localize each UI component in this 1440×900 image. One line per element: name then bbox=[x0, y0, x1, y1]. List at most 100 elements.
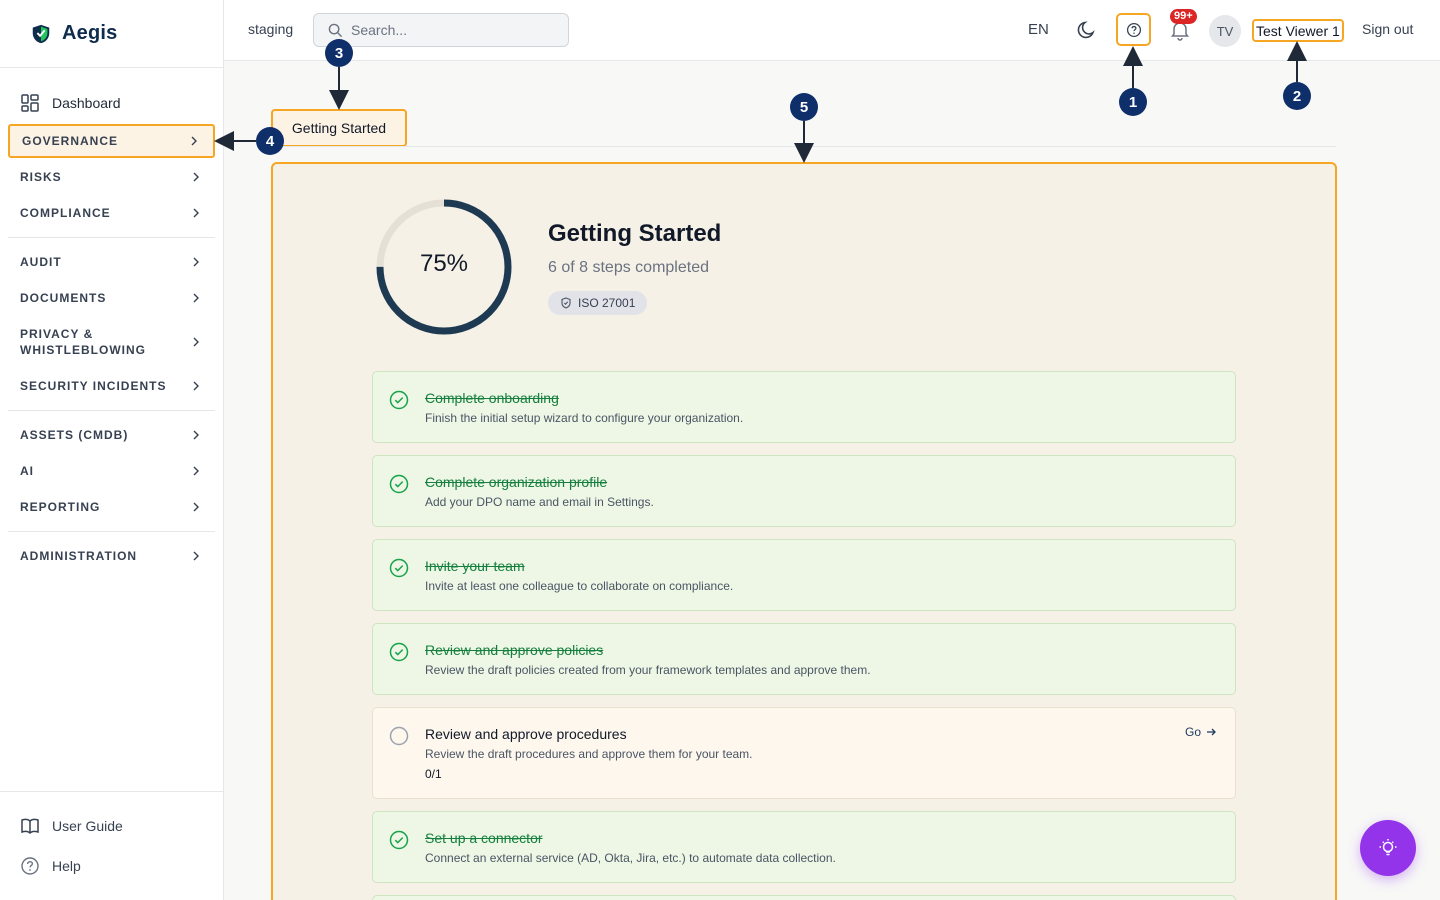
step-description: Connect an external service (AD, Okta, J… bbox=[425, 851, 836, 865]
sidebar-item-risks[interactable]: RISKS bbox=[8, 160, 215, 194]
language-switcher[interactable]: EN bbox=[1028, 21, 1049, 38]
step-title: Review and approve procedures bbox=[425, 726, 627, 742]
sidebar-item-label: PRIVACY & WHISTLEBLOWING bbox=[20, 327, 146, 357]
sidebar-item-label: COMPLIANCE bbox=[20, 206, 111, 220]
step-description: Invite at least one colleague to collabo… bbox=[425, 579, 734, 593]
sidebar-item-label: AUDIT bbox=[20, 255, 62, 269]
sidebar-item-label: AI bbox=[20, 464, 34, 478]
help-link[interactable]: Help bbox=[20, 856, 81, 876]
sidebar-item-label: ASSETS (CMDB) bbox=[20, 428, 129, 442]
step-title: Complete organization profile bbox=[425, 474, 608, 490]
sidebar-item-label: REPORTING bbox=[20, 500, 101, 514]
brand[interactable]: Aegis bbox=[0, 0, 223, 68]
check-circle-icon bbox=[389, 390, 409, 410]
sidebar-item-ai[interactable]: AI bbox=[8, 454, 215, 488]
nav-divider bbox=[8, 410, 215, 411]
environment-label: staging bbox=[248, 21, 294, 37]
sidebar-item-documents[interactable]: DOCUMENTS bbox=[8, 281, 215, 315]
book-icon bbox=[21, 818, 39, 835]
brand-name: Aegis bbox=[62, 22, 118, 44]
chevron-right-icon bbox=[193, 430, 199, 440]
step-description: Review the draft policies created from y… bbox=[425, 663, 871, 677]
annotation-marker: 1 bbox=[1119, 88, 1147, 116]
annotation-marker: 5 bbox=[790, 93, 818, 121]
lightbulb-icon bbox=[1379, 839, 1397, 856]
notification-count-badge: 99+ bbox=[1170, 9, 1197, 24]
sidebar-item-label: Dashboard bbox=[52, 95, 121, 111]
chevron-right-icon bbox=[193, 502, 199, 512]
chevron-right-icon bbox=[193, 466, 199, 476]
progress-subtitle: 6 of 8 steps completed bbox=[548, 259, 709, 276]
sidebar-item-label: SECURITY INCIDENTS bbox=[20, 379, 167, 393]
user-guide-label: User Guide bbox=[52, 818, 123, 834]
page-title: Getting Started bbox=[548, 220, 722, 247]
step-description: Review the draft procedures and approve … bbox=[425, 747, 753, 761]
framework-badge: ISO 27001 bbox=[548, 291, 648, 315]
dashboard-grid-icon bbox=[21, 94, 39, 112]
sidebar-item-compliance[interactable]: COMPLIANCE bbox=[8, 196, 215, 230]
check-circle-icon bbox=[389, 642, 409, 662]
shield-check-icon bbox=[561, 297, 571, 309]
chevron-right-icon bbox=[193, 337, 199, 347]
sidebar-footer: User Guide Help bbox=[0, 791, 224, 900]
check-circle-icon bbox=[389, 474, 409, 494]
moon-icon[interactable] bbox=[1076, 19, 1098, 41]
empty-circle-icon bbox=[389, 726, 409, 746]
step-item-partial bbox=[372, 895, 1236, 900]
sign-out-button[interactable]: Sign out bbox=[1362, 21, 1413, 37]
sidebar: Aegis Dashboard GOVERNANCE RISKS COMPLIA… bbox=[0, 0, 224, 900]
chevron-right-icon bbox=[193, 172, 199, 182]
step-progress: 0/1 bbox=[425, 767, 442, 781]
sidebar-item-audit[interactable]: AUDIT bbox=[8, 245, 215, 279]
sidebar-item-reporting[interactable]: REPORTING bbox=[8, 490, 215, 524]
annotation-marker: 3 bbox=[325, 39, 353, 67]
check-circle-icon bbox=[389, 558, 409, 578]
nav-divider bbox=[8, 531, 215, 532]
nav-divider bbox=[8, 237, 215, 238]
step-item[interactable]: Set up a connector Connect an external s… bbox=[372, 811, 1236, 883]
step-item[interactable]: Review and approve procedures Review the… bbox=[372, 707, 1236, 799]
topbar: staging EN 99+ TV Test Viewer 1 Sign out bbox=[224, 0, 1440, 61]
tab-getting-started[interactable]: Getting Started bbox=[271, 109, 407, 147]
sidebar-item-label: DOCUMENTS bbox=[20, 291, 107, 305]
step-description: Finish the initial setup wizard to confi… bbox=[425, 411, 744, 425]
go-label: Go bbox=[1184, 725, 1201, 739]
step-item[interactable]: Complete onboarding Finish the initial s… bbox=[372, 371, 1236, 443]
go-button[interactable]: Go bbox=[1185, 725, 1217, 739]
sidebar-item-governance[interactable]: GOVERNANCE bbox=[8, 124, 215, 158]
sidebar-item-security-incidents[interactable]: SECURITY INCIDENTS bbox=[8, 369, 215, 403]
chevron-right-icon bbox=[193, 293, 199, 303]
sidebar-item-assets[interactable]: ASSETS (CMDB) bbox=[8, 418, 215, 452]
username[interactable]: Test Viewer 1 bbox=[1252, 19, 1344, 42]
avatar[interactable]: TV bbox=[1209, 15, 1241, 47]
step-item[interactable]: Complete organization profile Add your D… bbox=[372, 455, 1236, 527]
check-circle-icon bbox=[389, 830, 409, 850]
sidebar-item-label: RISKS bbox=[20, 170, 62, 184]
chevron-right-icon bbox=[193, 257, 199, 267]
chevron-right-icon bbox=[191, 136, 197, 146]
step-title: Set up a connector bbox=[425, 830, 543, 846]
tab-divider bbox=[271, 146, 1336, 147]
chevron-right-icon bbox=[193, 551, 199, 561]
framework-badge-label: ISO 27001 bbox=[578, 296, 636, 310]
step-description: Add your DPO name and email in Settings. bbox=[425, 495, 654, 509]
assistant-fab[interactable] bbox=[1360, 820, 1416, 876]
help-circle-icon bbox=[1126, 22, 1141, 37]
search-box[interactable] bbox=[313, 13, 569, 47]
sidebar-item-label: ADMINISTRATION bbox=[20, 549, 138, 563]
user-guide-link[interactable]: User Guide bbox=[20, 816, 123, 836]
search-input[interactable] bbox=[351, 22, 551, 38]
sidebar-item-administration[interactable]: ADMINISTRATION bbox=[8, 539, 215, 573]
step-item[interactable]: Invite your team Invite at least one col… bbox=[372, 539, 1236, 611]
step-item[interactable]: Review and approve policies Review the d… bbox=[372, 623, 1236, 695]
step-title: Complete onboarding bbox=[425, 390, 559, 406]
shield-logo-icon bbox=[32, 24, 50, 43]
annotation-marker: 2 bbox=[1283, 82, 1311, 110]
annotation-marker: 4 bbox=[256, 127, 284, 155]
chevron-right-icon bbox=[193, 208, 199, 218]
sidebar-item-privacy[interactable]: PRIVACY & WHISTLEBLOWING bbox=[8, 318, 215, 366]
help-button[interactable] bbox=[1116, 13, 1151, 46]
sidebar-item-dashboard[interactable]: Dashboard bbox=[0, 88, 224, 118]
help-label: Help bbox=[52, 858, 81, 874]
arrow-right-icon bbox=[1207, 728, 1216, 736]
